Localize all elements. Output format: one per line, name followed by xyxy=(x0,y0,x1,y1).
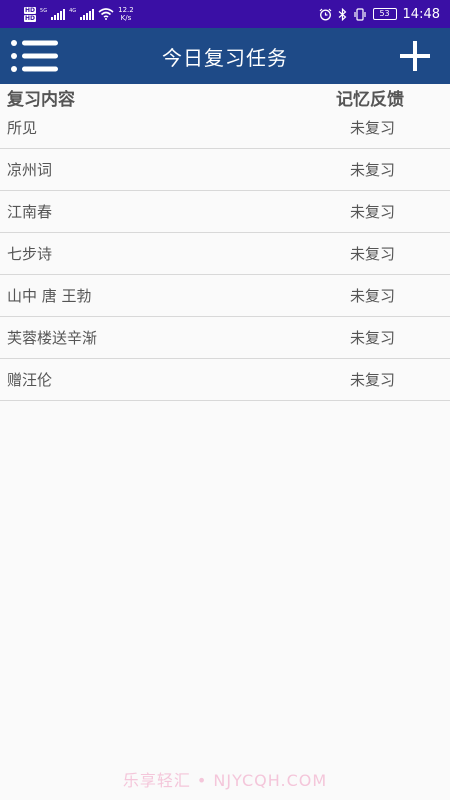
vibrate-icon xyxy=(353,7,366,21)
item-name: 江南春 xyxy=(7,203,53,221)
list-item[interactable]: 凉州词 未复习 xyxy=(0,149,450,191)
item-name: 凉州词 xyxy=(7,161,53,179)
network-speed: 12.2 K/s xyxy=(118,6,134,22)
list-item[interactable]: 赠汪伦 未复习 xyxy=(0,359,450,401)
hd-badges: HD HD xyxy=(24,6,37,22)
signal-icon xyxy=(80,8,95,20)
list-menu-icon[interactable] xyxy=(10,38,62,74)
item-status[interactable]: 未复习 xyxy=(350,285,395,306)
header-memory-feedback: 记忆反馈 xyxy=(336,89,404,110)
hd-badge: HD xyxy=(24,14,37,22)
item-name: 所见 xyxy=(7,119,38,137)
page-title: 今日复习任务 xyxy=(162,45,288,70)
item-name: 芙蓉楼送辛渐 xyxy=(7,329,98,347)
clock: 14:48 xyxy=(402,6,440,22)
status-bar: HD HD 5G 4G 12.2 K/s 53 14:48 xyxy=(0,0,450,28)
item-status[interactable]: 未复习 xyxy=(350,369,395,390)
list-item[interactable]: 江南春 未复习 xyxy=(0,191,450,233)
network-5g-label: 5G xyxy=(40,8,48,14)
item-name: 山中 唐 王勃 xyxy=(7,287,92,305)
app-bar: 今日复习任务 xyxy=(0,28,450,84)
watermark: 乐享轻汇 • NJYCQH.COM xyxy=(122,771,328,790)
item-status[interactable]: 未复习 xyxy=(350,201,395,222)
signal-icon xyxy=(51,8,66,20)
list-item[interactable]: 七步诗 未复习 xyxy=(0,233,450,275)
item-status[interactable]: 未复习 xyxy=(350,117,395,138)
alarm-icon xyxy=(319,8,331,20)
list-item[interactable]: 所见 未复习 xyxy=(0,107,450,149)
status-right: 53 14:48 xyxy=(319,7,440,22)
hd-badge: HD xyxy=(24,6,37,14)
battery-icon: 53 xyxy=(372,8,397,20)
item-status[interactable]: 未复习 xyxy=(350,243,395,264)
header-review-content: 复习内容 xyxy=(7,89,75,110)
item-status[interactable]: 未复习 xyxy=(350,327,395,348)
wifi-icon xyxy=(98,8,114,20)
bluetooth-icon xyxy=(338,7,346,21)
item-name: 七步诗 xyxy=(7,245,53,263)
item-name: 赠汪伦 xyxy=(7,371,53,389)
list-item[interactable]: 芙蓉楼送辛渐 未复习 xyxy=(0,317,450,359)
item-status[interactable]: 未复习 xyxy=(350,159,395,180)
list-item[interactable]: 山中 唐 王勃 未复习 xyxy=(0,275,450,317)
plus-icon[interactable] xyxy=(400,41,430,71)
status-left: HD HD 5G 4G 12.2 K/s xyxy=(24,6,134,22)
review-list: 所见 未复习 凉州词 未复习 江南春 未复习 七步诗 未复习 山中 唐 王勃 未… xyxy=(0,107,450,401)
network-4g-label: 4G xyxy=(69,8,77,14)
